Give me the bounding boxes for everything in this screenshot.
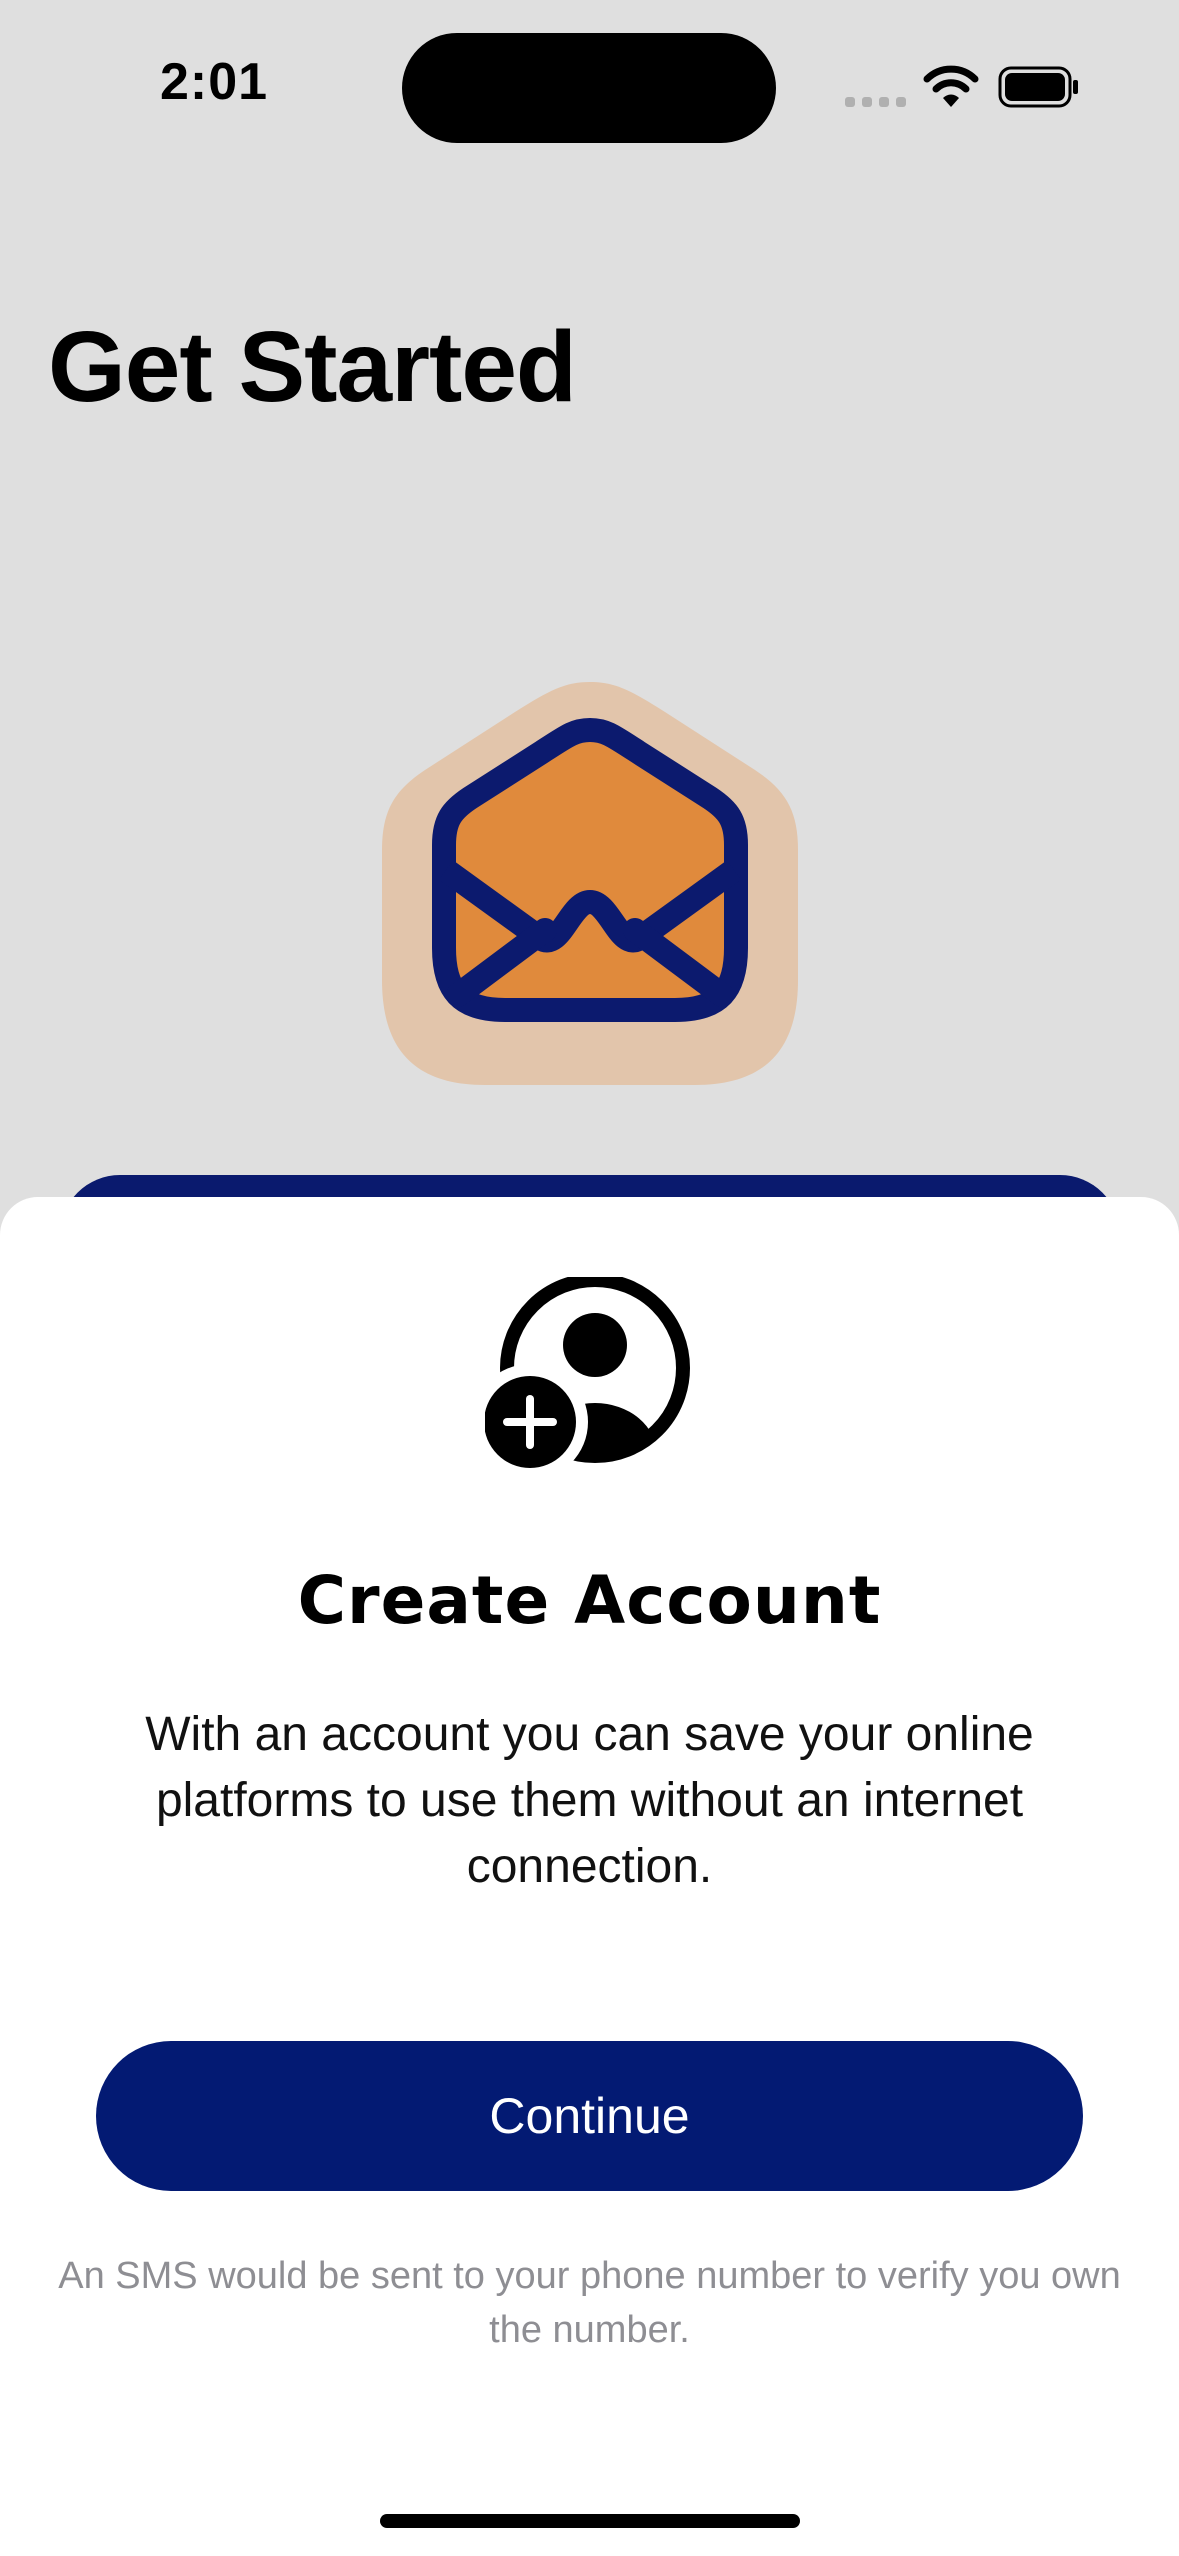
envelope-open-icon bbox=[382, 682, 798, 1085]
dynamic-island bbox=[402, 33, 776, 143]
home-indicator[interactable] bbox=[380, 2514, 800, 2528]
sms-footnote: An SMS would be sent to your phone numbe… bbox=[58, 2255, 1121, 2351]
continue-button[interactable]: Continue bbox=[96, 2041, 1083, 2191]
wifi-icon bbox=[923, 65, 979, 107]
sheet-title: Create Account bbox=[297, 1562, 882, 1639]
cellular-signal-icon bbox=[845, 97, 906, 107]
person-add-icon bbox=[485, 1277, 690, 1477]
status-time: 2:01 bbox=[160, 53, 269, 111]
status-bar: 2:01 bbox=[0, 0, 1179, 160]
create-account-sheet: Create Account With an account you can s… bbox=[0, 1197, 1179, 2556]
page-title: Get Started bbox=[48, 311, 577, 423]
battery-icon bbox=[998, 66, 1078, 108]
sheet-description: With an account you can save your online… bbox=[145, 1708, 1034, 1893]
